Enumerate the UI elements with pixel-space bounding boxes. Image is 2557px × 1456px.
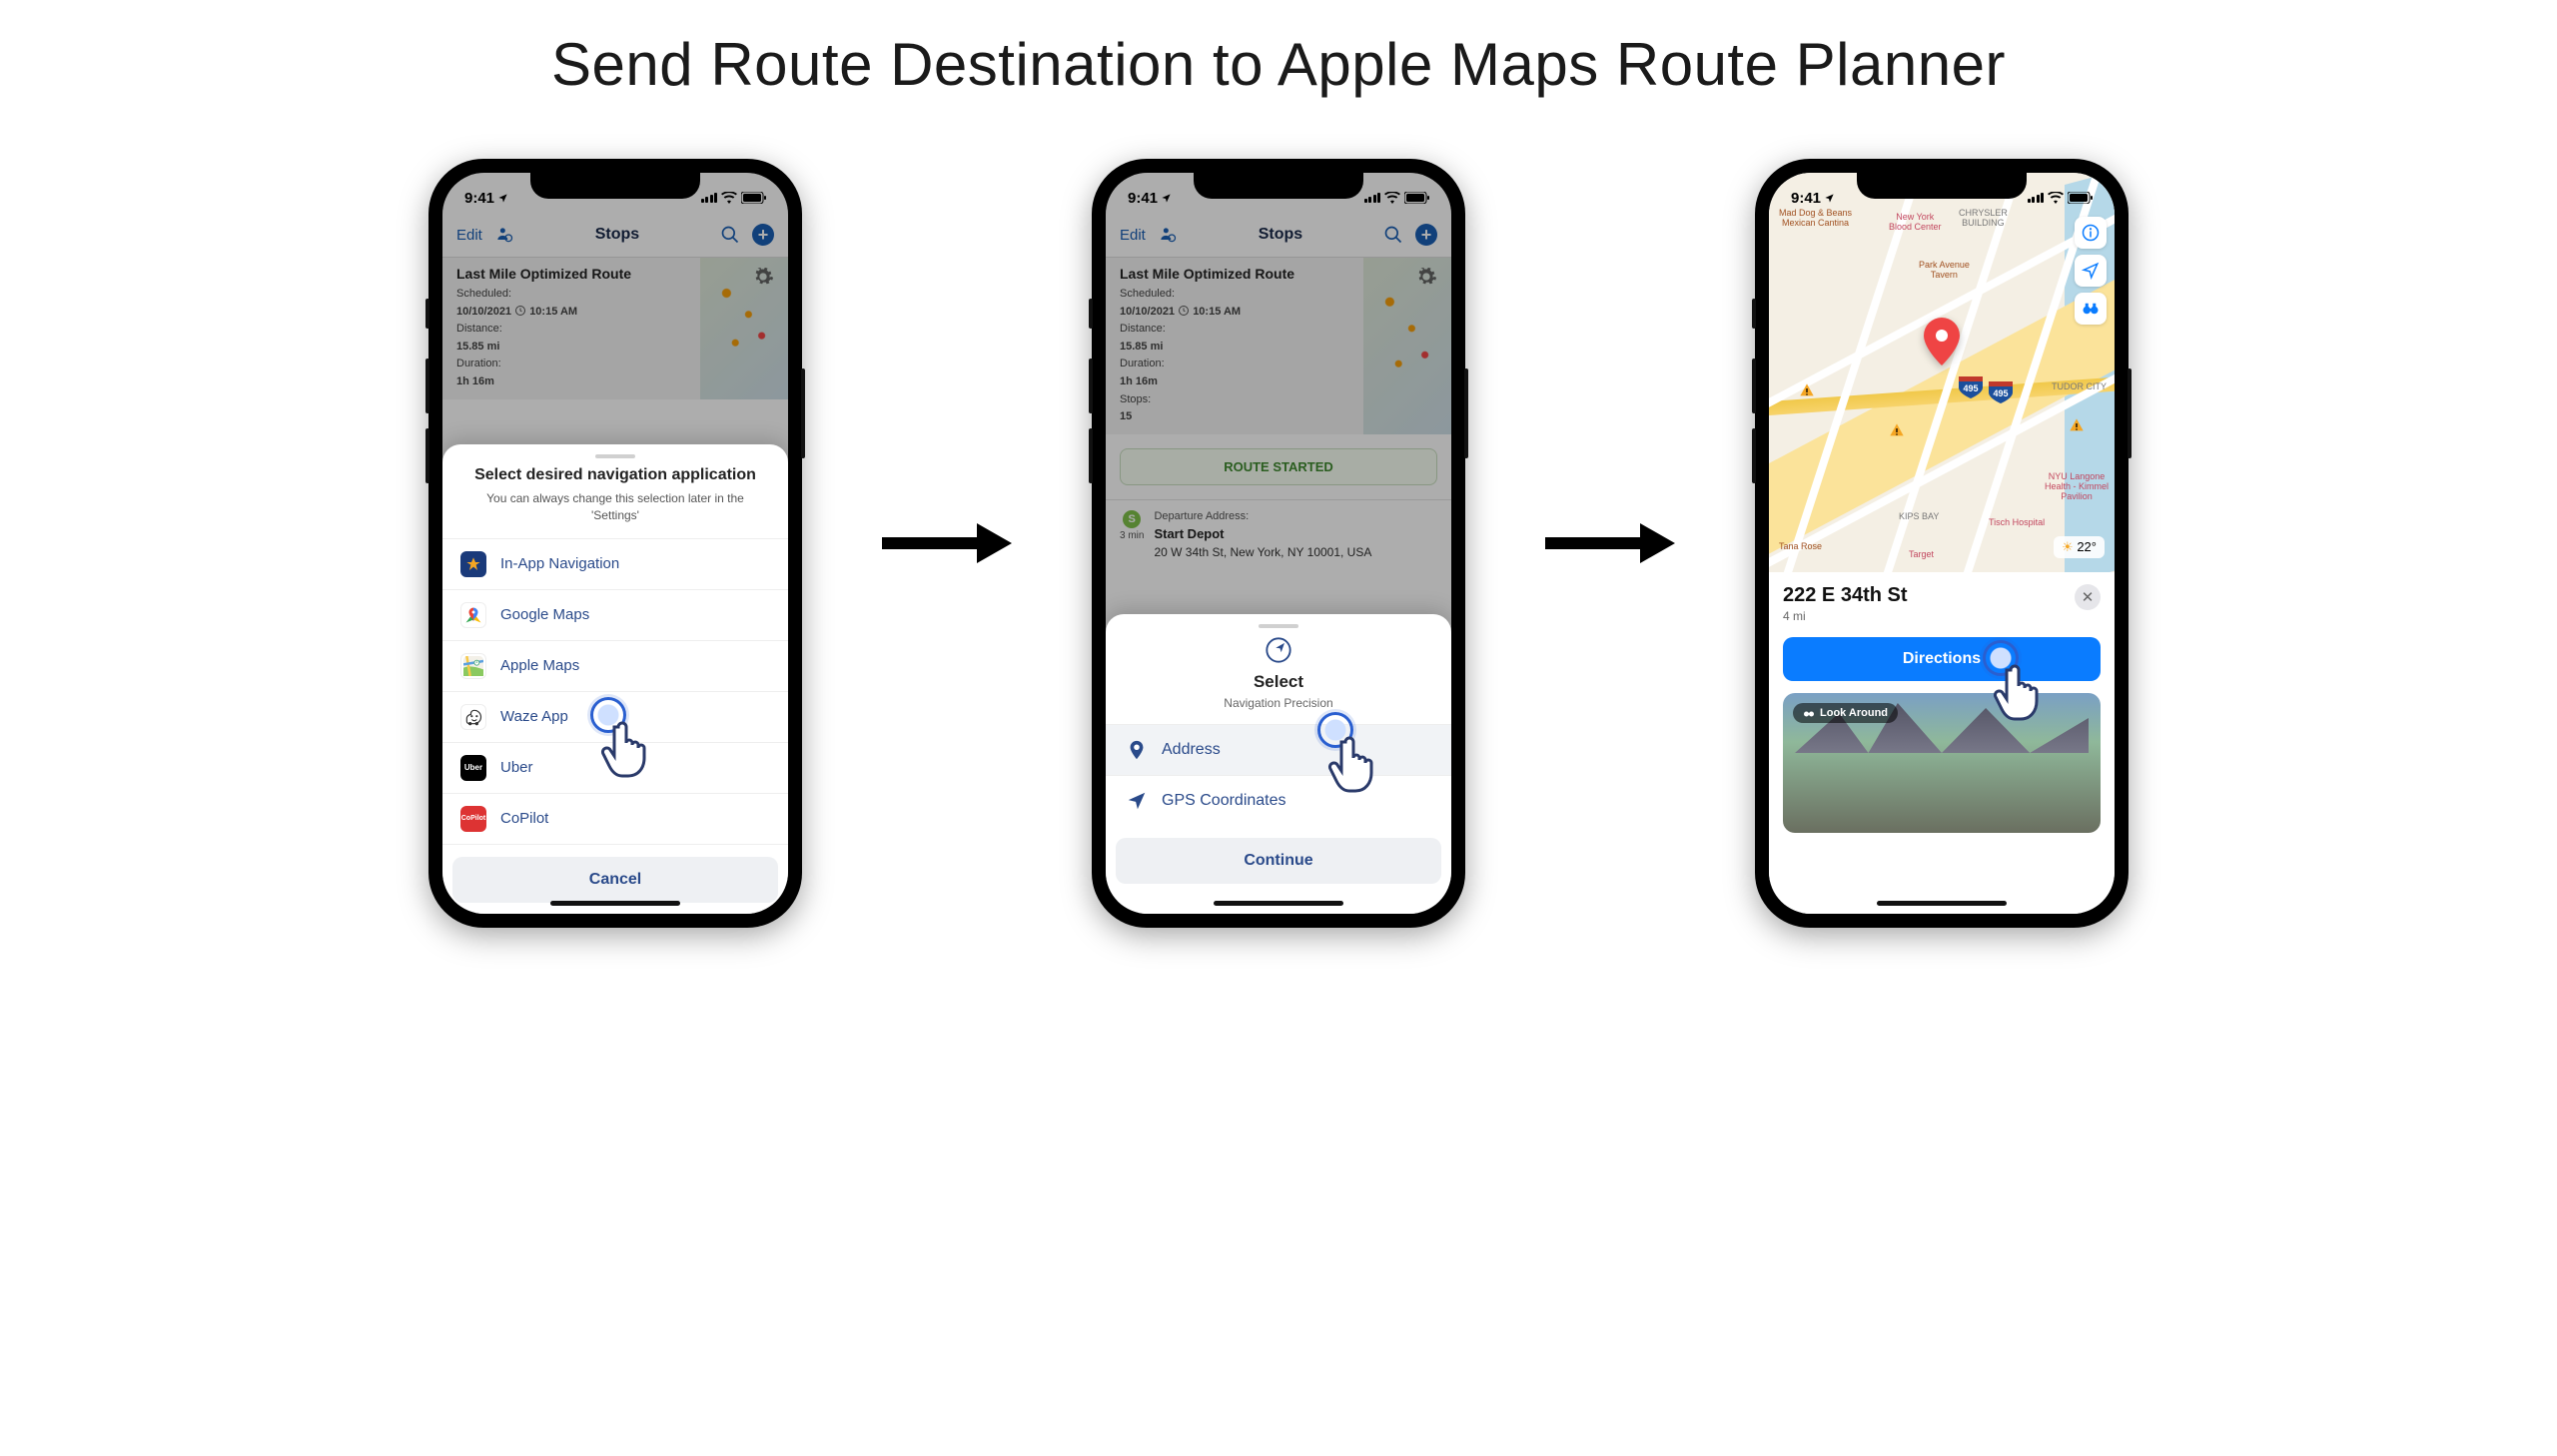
hazard-icon [1799,382,1815,398]
nav-option-copilot[interactable]: CoPilot CoPilot [442,794,788,845]
cancel-button[interactable]: Cancel [452,857,778,903]
status-time: 9:41 [1791,190,1821,207]
poi-label: Target [1909,550,1934,560]
place-distance: 4 mi [1783,609,1908,623]
continue-button[interactable]: Continue [1116,838,1441,884]
hazard-icon [2069,417,2085,433]
poi-label: Tana Rose [1779,542,1822,552]
directions-button[interactable]: Directions [1783,637,2101,681]
svg-text:495: 495 [1993,388,2008,398]
battery-icon [2068,192,2093,204]
locate-button[interactable] [2075,255,2107,287]
poi-label: NYU Langone Health - Kimmel Pavilion [2045,472,2109,502]
interstate-shield-icon: 495 [1957,372,1985,400]
nav-option-google[interactable]: Google Maps [442,590,788,641]
waze-icon [463,707,483,727]
interstate-shield-icon: 495 [1987,377,2015,405]
svg-text:495: 495 [1963,383,1978,393]
map-pin[interactable] [1922,318,1962,372]
nav-sheet-subtitle: You can always change this selection lat… [442,490,788,524]
phone-frame-1: 9:41 Edit Stops + [428,159,802,928]
nav-option-apple[interactable]: Apple Maps [442,641,788,692]
apple-maps-place-card: 222 E 34th St 4 mi ✕ Directions Look Aro… [1769,572,2115,914]
precision-sheet: Select Navigation Precision Address GPS … [1106,614,1451,914]
precision-title: Select [1106,672,1451,692]
precision-subtitle: Navigation Precision [1106,696,1451,710]
location-indicator-icon [1824,193,1835,204]
binoculars-button[interactable] [2075,293,2107,325]
nav-sheet-title: Select desired navigation application [442,466,788,484]
compass-icon [1106,636,1451,664]
phone-frame-2: 9:41 Edit Stops + [1092,159,1465,928]
precision-option-address[interactable]: Address [1106,724,1451,775]
sheet-grabber[interactable] [1259,624,1298,628]
wifi-icon [2048,192,2064,204]
pin-icon [1126,739,1148,761]
nav-option-waze[interactable]: Waze App [442,692,788,743]
place-address: 222 E 34th St [1783,584,1908,607]
look-around-preview[interactable]: Look Around [1783,693,2101,833]
copilot-icon: CoPilot [460,806,486,832]
close-button[interactable]: ✕ [2075,584,2101,610]
weather-badge: ☀ 22° [2054,536,2105,558]
phone-frame-3: Mad Dog & Beans Mexican Cantina New York… [1755,159,2129,928]
nav-option-inapp[interactable]: In-App Navigation [442,538,788,590]
poi-label: TUDOR CITY [2052,382,2107,392]
sheet-grabber[interactable] [595,454,635,458]
cellular-signal-icon [2028,193,2045,203]
poi-label: Tisch Hospital [1989,518,2045,528]
binoculars-icon [1803,707,1815,719]
google-maps-icon [464,606,482,624]
nav-option-uber[interactable]: Uber Uber [442,743,788,794]
inapp-nav-icon [465,556,481,572]
flow-arrow-2 [1545,518,1675,568]
info-button[interactable] [2075,217,2107,249]
flow-arrow-1 [882,518,1012,568]
hazard-icon [1889,422,1905,438]
uber-icon: Uber [460,755,486,781]
poi-label: Park Avenue Tavern [1919,261,1970,281]
gps-arrow-icon [1126,790,1148,812]
apple-maps-map[interactable]: Mad Dog & Beans Mexican Cantina New York… [1769,173,2115,572]
precision-option-gps[interactable]: GPS Coordinates [1106,775,1451,826]
poi-label: New York Blood Center [1889,213,1942,233]
apple-maps-icon [463,656,483,676]
page-title: Send Route Destination to Apple Maps Rou… [0,0,2557,99]
poi-label: KIPS BAY [1899,512,1939,522]
look-around-label: Look Around [1793,703,1898,723]
nav-app-sheet: Select desired navigation application Yo… [442,444,788,914]
